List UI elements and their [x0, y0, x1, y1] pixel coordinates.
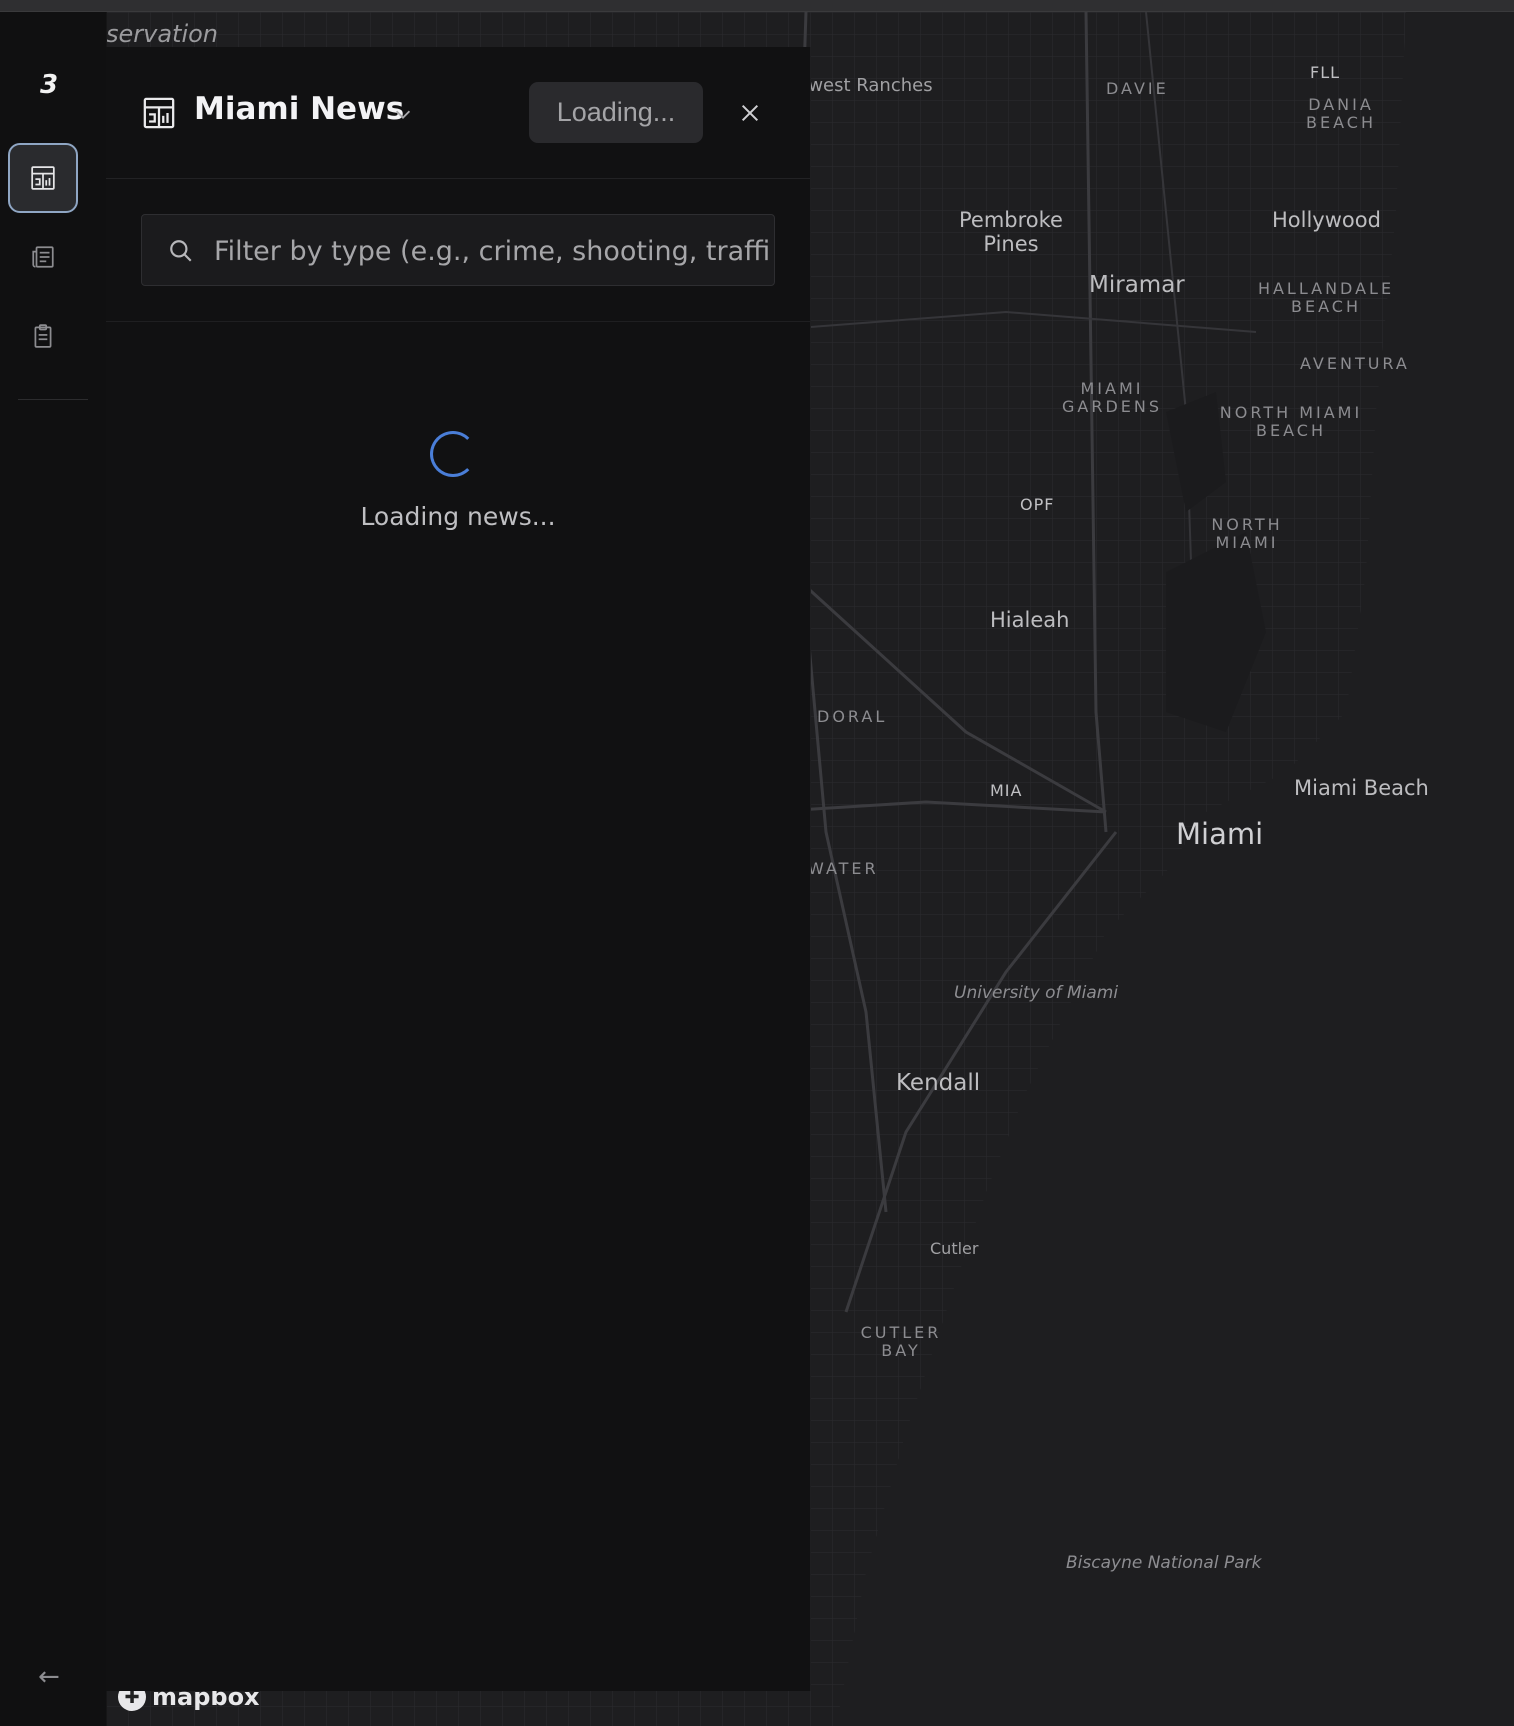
arrow-left-icon: ←	[38, 1662, 60, 1692]
collapse-sidebar-button[interactable]: ←	[38, 1662, 60, 1692]
map-label-miami-beach: Miami Beach	[1294, 776, 1429, 800]
map-label-fll: FLL	[1310, 63, 1341, 82]
map-label-pembroke-pines: Pembroke Pines	[959, 208, 1063, 257]
map-label-miami-gardens: MIAMI GARDENS	[1061, 379, 1162, 417]
map-label-kendall: Kendall	[896, 1070, 981, 1096]
sidebar-divider	[18, 399, 88, 400]
map-label-university-of-miami: University of Miami	[954, 983, 1119, 1003]
news-dashboard-icon	[143, 97, 175, 129]
map-label-biscayne-national-park: Biscayne National Park	[1066, 1553, 1262, 1573]
filter-box[interactable]	[141, 214, 775, 287]
refresh-button[interactable]: Loading...	[529, 82, 703, 143]
sidebar-item-dashboard[interactable]	[8, 143, 78, 213]
map-label-miramar: Miramar	[1089, 272, 1185, 298]
map-label-north-miami: NORTH MIAMI	[1211, 515, 1283, 553]
map-label-cutler: Cutler	[930, 1239, 979, 1258]
panel-header: Miami News Loading...	[106, 47, 810, 179]
browser-top-bar	[0, 0, 1514, 12]
close-icon	[741, 104, 759, 122]
map-label-miami: Miami	[1176, 817, 1264, 851]
map-label-hollywood: Hollywood	[1272, 208, 1381, 232]
map-label-dania-beach: DANIA BEACH	[1306, 95, 1376, 133]
news-panel: Miami News Loading... Loading news...	[106, 47, 811, 1691]
loading-news-text: Loading news...	[360, 502, 556, 531]
chevron-down-icon[interactable]	[392, 103, 414, 125]
map-label-aventura: AVENTURA	[1300, 354, 1410, 373]
map-label-north-miami-beach: NORTH MIAMI BEACH	[1219, 403, 1363, 441]
sidebar-item-articles[interactable]	[8, 222, 78, 292]
news-dashboard-icon	[31, 166, 55, 190]
sidebar: 3 ←	[0, 12, 107, 1726]
search-icon	[170, 240, 192, 262]
panel-title[interactable]: Miami News	[194, 91, 404, 127]
map-label-hallandale-beach: HALLANDALE BEACH	[1257, 279, 1395, 317]
map-label-doral: DORAL	[817, 707, 888, 726]
clipboard-icon	[34, 324, 52, 348]
close-panel-button[interactable]	[734, 97, 766, 129]
app-logo[interactable]: 3	[40, 70, 58, 100]
newspaper-icon	[32, 246, 54, 268]
map-label-hialeah: Hialeah	[990, 608, 1070, 632]
loading-spinner	[430, 431, 476, 477]
map-label-cutler-bay: CUTLER BAY	[860, 1323, 942, 1361]
map-label-opf: OPF	[1020, 495, 1055, 514]
map-label-partial-reservation: servation	[106, 20, 219, 48]
sidebar-item-reports[interactable]	[8, 301, 78, 371]
map-label-mia: MIA	[990, 781, 1023, 800]
filter-input[interactable]	[212, 215, 772, 287]
map-label-davie: DAVIE	[1106, 79, 1169, 98]
map-label-water: WATER	[808, 859, 879, 878]
filter-section	[106, 178, 810, 322]
